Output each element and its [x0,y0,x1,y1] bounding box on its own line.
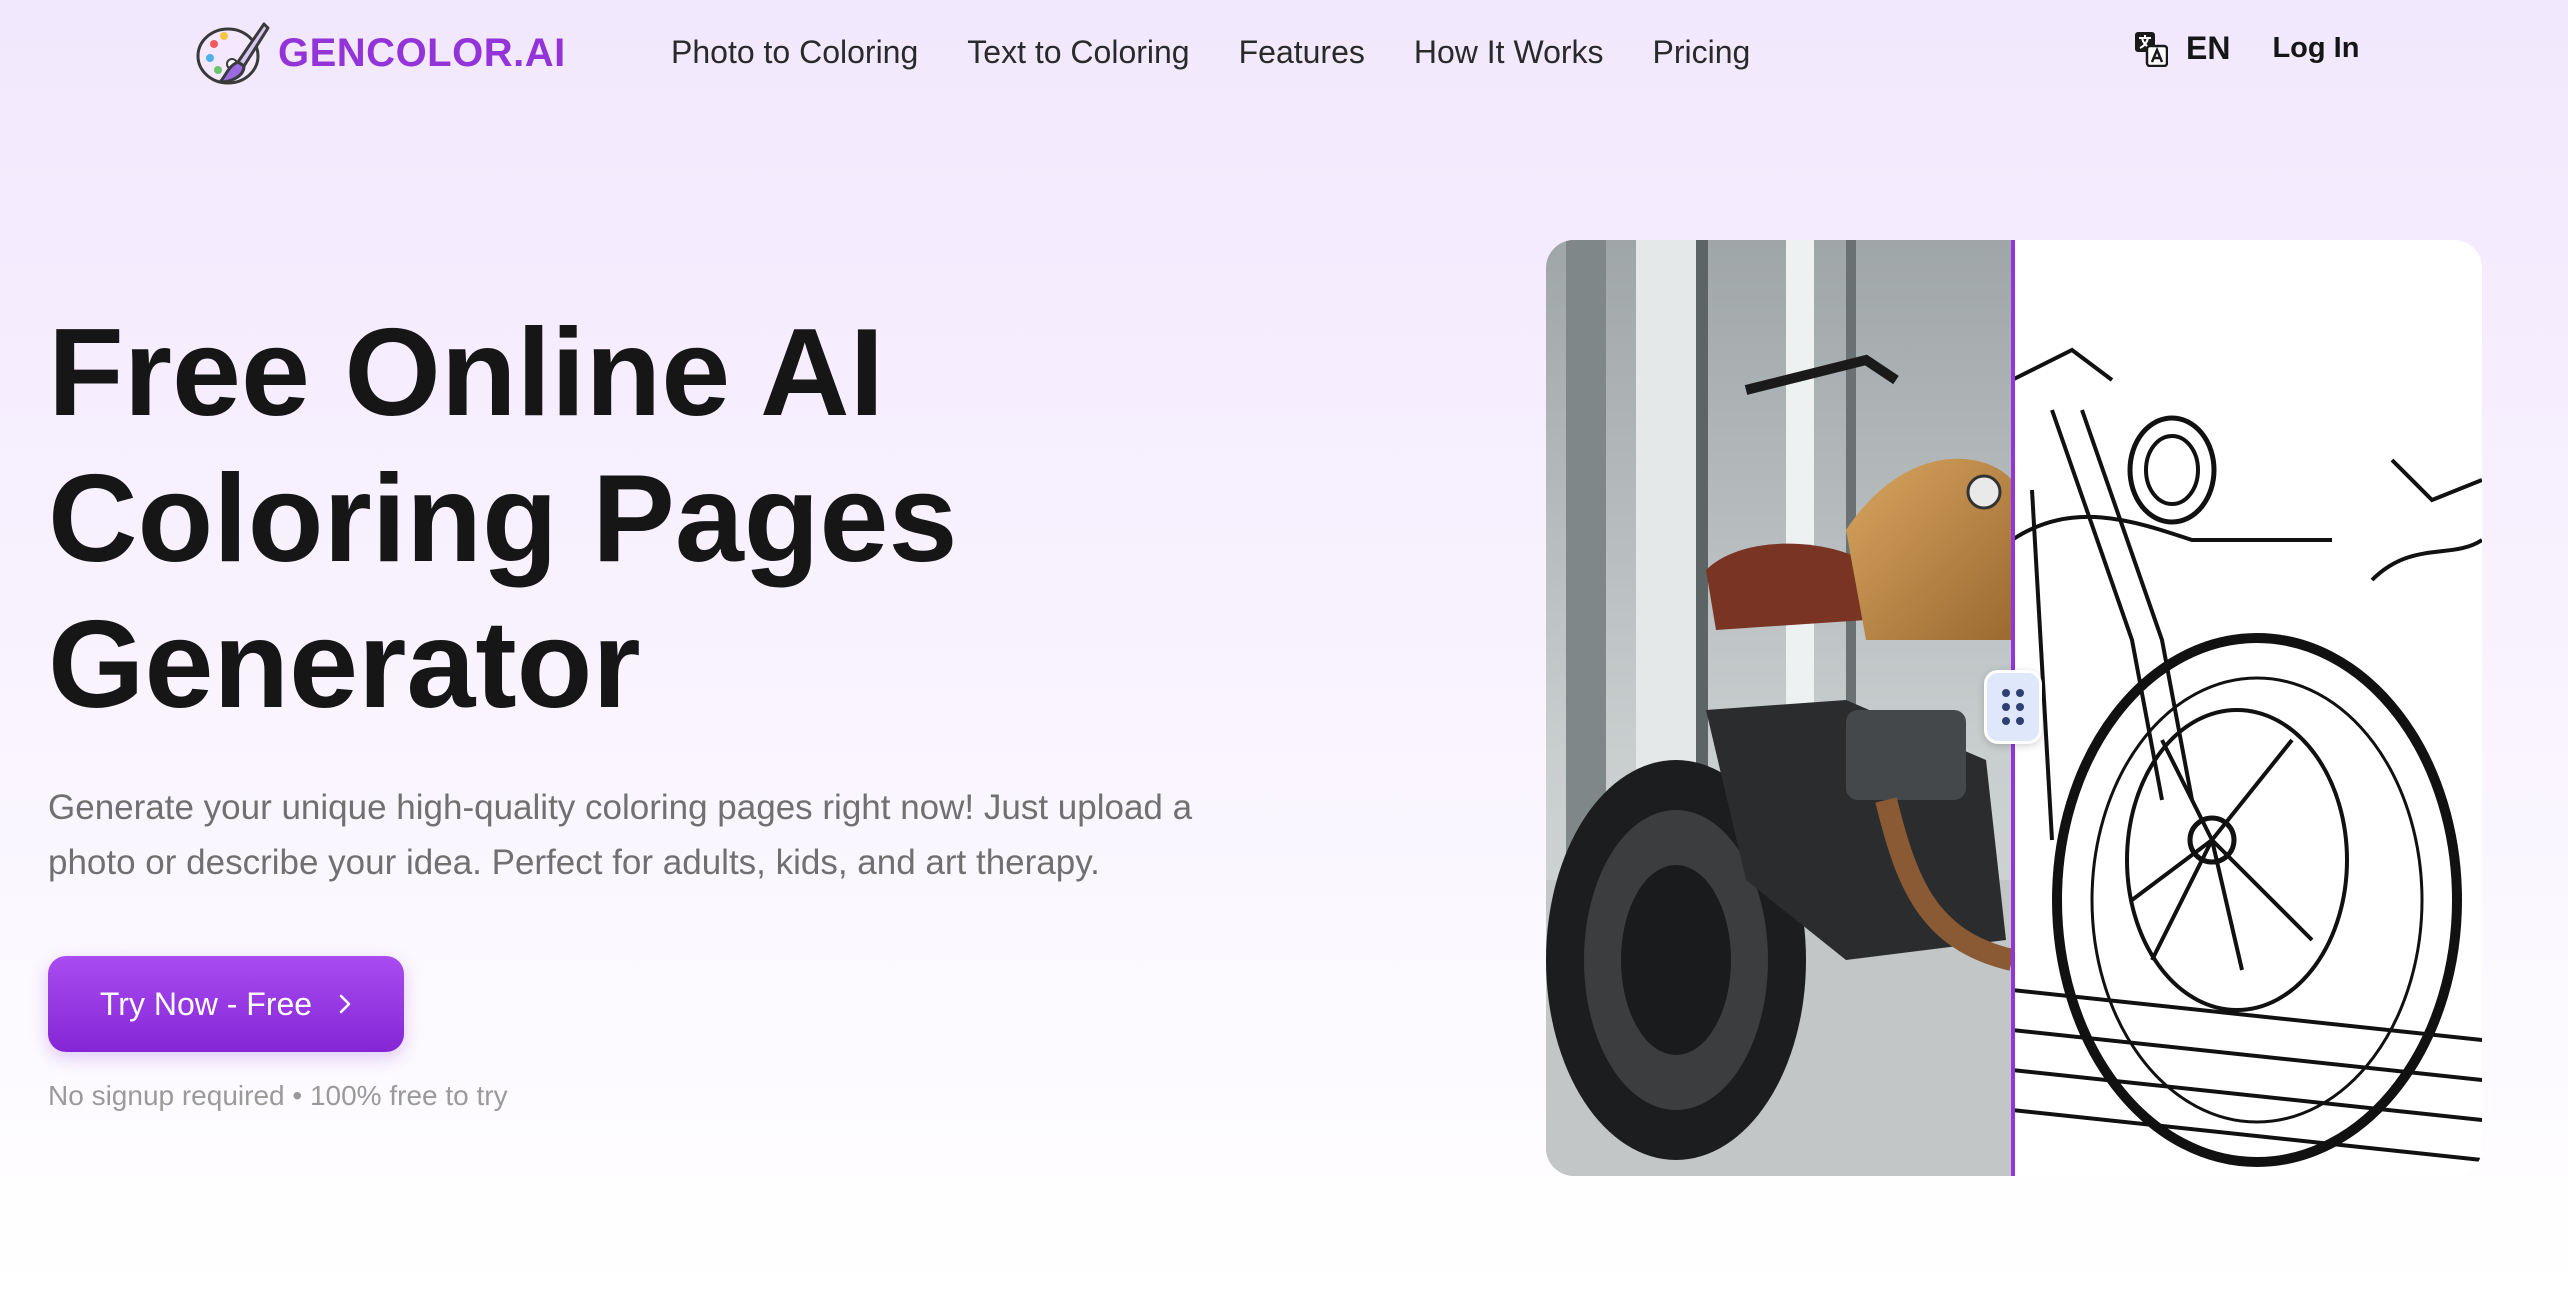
nav-features[interactable]: Features [1239,30,1365,74]
motorcycle-coloring-page [2012,240,2482,1176]
nav-text-to-coloring[interactable]: Text to Coloring [967,30,1189,74]
hero-title-line-3: Generator [48,596,641,734]
nav-pricing[interactable]: Pricing [1653,30,1751,74]
palette-brush-icon [196,22,270,85]
nav-photo-to-coloring[interactable]: Photo to Coloring [671,30,918,74]
language-selector[interactable]: EN [2186,30,2230,67]
try-now-button[interactable]: Try Now - Free [48,956,404,1052]
brand-name: GENCOLOR.AI [278,30,566,75]
nav-how-it-works[interactable]: How It Works [1414,30,1604,74]
translate-icon[interactable] [2134,31,2168,67]
before-after-compare[interactable] [1546,240,2482,1176]
chevron-right-icon [339,994,351,1014]
header-actions: EN Log In [2134,30,2359,67]
motorcycle-photo [1546,240,2014,1176]
compare-slider-handle[interactable] [1984,670,2042,744]
login-button[interactable]: Log In [2272,32,2359,65]
drag-handle-icon [2002,689,2024,725]
hero-title-line-2: Coloring Pages [48,450,958,588]
hero-description: Generate your unique high-quality colori… [48,788,1193,882]
hero-title-line-1: Free Online AI [48,304,885,442]
hero-title: Free Online AI Coloring Pages Generator [48,300,1148,738]
main-nav: Photo to Coloring Text to Coloring Featu… [671,30,1799,74]
site-header: GENCOLOR.AI Photo to Coloring Text to Co… [0,0,2568,104]
try-now-label: Try Now - Free [99,985,313,1022]
brand-logo[interactable]: GENCOLOR.AI [194,18,566,88]
signup-note: No signup required • 100% free to try [48,1080,508,1111]
